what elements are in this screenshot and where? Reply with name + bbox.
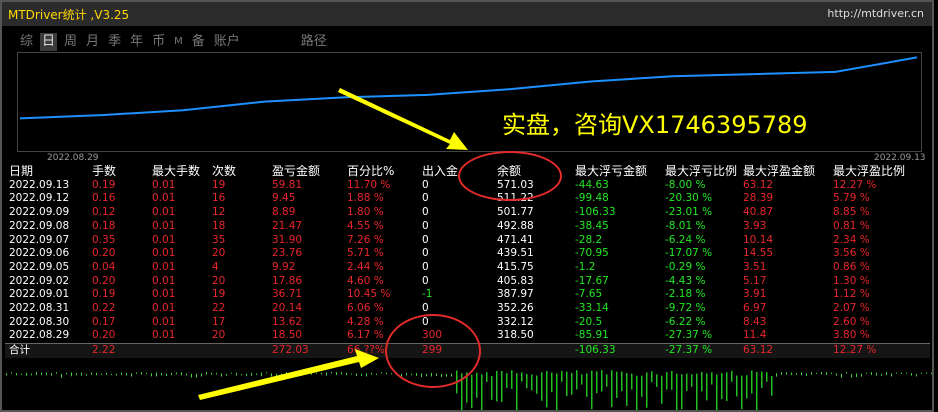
annotation-arrows — [198, 88, 468, 400]
arrow-to-deposit — [198, 349, 379, 400]
statistics-window: MTDriver统计 ,V3.25 http://mtdriver.cn 综 日… — [0, 0, 934, 412]
arrow-to-balance — [338, 88, 468, 150]
